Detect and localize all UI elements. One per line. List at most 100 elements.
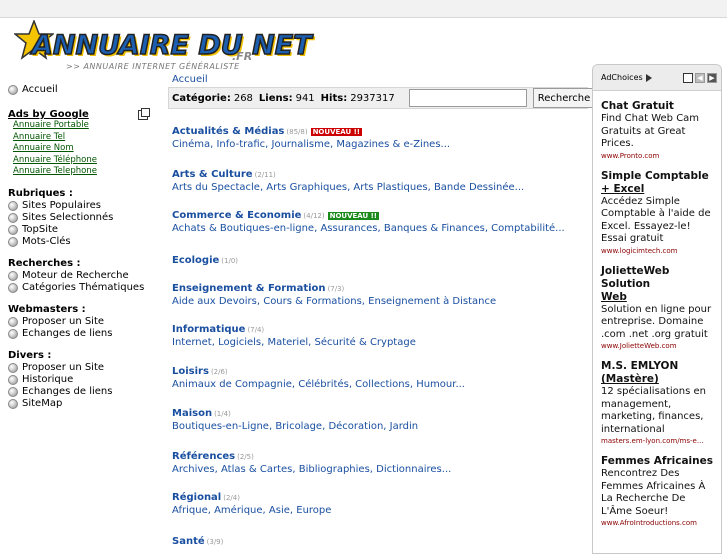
sidebar-item-moteur-recherche[interactable]: Moteur de Recherche [8, 270, 160, 282]
adchoices-label: AdChoices [601, 73, 643, 82]
sidebar-home-link[interactable]: Accueil [8, 84, 160, 95]
breadcrumb[interactable]: Accueil [168, 72, 588, 87]
adchoices-link[interactable]: AdChoices [601, 73, 652, 82]
ad-title[interactable]: Simple Comptable + Excel [601, 170, 713, 196]
bullet-icon [8, 84, 18, 95]
sidebar-item-sites-selectionnes[interactable]: Sites Selectionnés [8, 212, 160, 224]
category-item: Commerce & Economie (4/12) NOUVEAU !! Achat… [172, 210, 592, 234]
liens-label: Liens: [258, 92, 293, 104]
sidebar-item-label: Moteur de Recherche [22, 269, 129, 281]
ad-unit[interactable]: M.S. EMLYON (Mastère) 12 spécialisations e… [593, 360, 721, 446]
category-title-link[interactable]: Santé [172, 536, 205, 547]
sidebar-item-topsite[interactable]: TopSite [8, 224, 160, 236]
ad-window-icon[interactable] [683, 72, 693, 83]
sidebar-item-sitemap[interactable]: SiteMap [8, 398, 160, 410]
sidebar-item-label: Catégories Thématiques [22, 281, 145, 293]
ad-unit[interactable]: Simple Comptable + Excel Accédez Simple Co… [593, 170, 721, 256]
hits-count: 2937317 [350, 92, 395, 104]
category-subcategories[interactable]: Cinéma, Info-trafic, Journalisme, Magazi… [172, 139, 592, 150]
ad-body: Rencontrez Des Femmes Africaines À La Re… [601, 468, 706, 517]
top-bar [0, 0, 727, 18]
recherches-heading: Recherches : [8, 257, 81, 269]
category-subcategories[interactable]: Animaux de Compagnie, Célébrités, Collec… [172, 379, 592, 390]
ad-body: Find Chat Web Cam Gratuits at Great Pric… [601, 113, 700, 149]
ad-url[interactable]: www.AfroIntroductions.com [601, 518, 713, 528]
ad-nav: ◀ ▶ [683, 72, 717, 83]
category-title-link[interactable]: Loisirs [172, 366, 209, 377]
sidebar-item-historique[interactable]: Historique [8, 374, 160, 386]
category-subcategories[interactable]: Boutiques-en-Ligne, Bricolage, Décoratio… [172, 421, 592, 432]
ad-link-annuaire-nom[interactable]: Annuaire Nom [13, 143, 160, 155]
category-subcategories[interactable]: Archives, Atlas & Cartes, Bibliographies… [172, 464, 592, 475]
ad-link-annuaire-telephone-accent[interactable]: Annuaire Téléphone [13, 155, 160, 167]
ad-link-annuaire-telephone[interactable]: Annuaire Telephone [13, 166, 160, 178]
next-arrow-icon[interactable]: ▶ [707, 72, 717, 83]
category-title-link[interactable]: Ecologie [172, 255, 219, 266]
ad-link-annuaire-portable[interactable]: Annuaire Portable [13, 120, 160, 132]
sidebar-item-proposer-site[interactable]: Proposer un Site [8, 316, 160, 328]
category-subcategories[interactable]: Internet, Logiciels, Materiel, Sécurité … [172, 337, 592, 348]
ad-url[interactable]: masters.em-lyon.com/ms-e... [601, 436, 713, 446]
ad-list: Chat Gratuit Find Chat Web Cam Gratuits a… [593, 100, 721, 528]
ad-title[interactable]: Chat Gratuit [601, 100, 713, 113]
prev-arrow-icon[interactable]: ◀ [695, 72, 705, 83]
category-title-link[interactable]: Maison [172, 408, 212, 419]
new-badge: NOUVEAU !! [327, 212, 379, 220]
category-subcategories[interactable]: Aide aux Devoirs, Cours & Formations, En… [172, 296, 592, 307]
bullet-icon [8, 224, 18, 235]
bullet-icon [8, 270, 18, 281]
ad-title[interactable]: JolietteWeb Solution Web [601, 265, 713, 304]
bullet-icon [8, 362, 18, 373]
sidebar-item-categories-thematiques[interactable]: Catégories Thématiques [8, 282, 160, 294]
ads-by-google-link[interactable]: Ads by Google [8, 109, 89, 120]
site-logo[interactable]: ANNUAIRE DU NET .FR >> ANNUAIRE INTERNET… [14, 20, 312, 76]
ad-unit[interactable]: Femmes Africaines Rencontrez Des Femmes A… [593, 455, 721, 528]
ads-header: Ads by Google [8, 107, 150, 120]
category-title-link[interactable]: Actualités & Médias [172, 126, 284, 137]
category-title-link[interactable]: Régional [172, 492, 221, 503]
categorie-label: Catégorie: [172, 92, 231, 104]
sidebar-item-divers-proposer-site[interactable]: Proposer un Site [8, 362, 160, 374]
sidebar-item-divers-echanges-liens[interactable]: Echanges de liens [8, 386, 160, 398]
category-item: Références (2/5) Archives, Atlas & Cartes,… [172, 451, 592, 475]
main-content: Accueil Catégorie: 268 Liens: 941 Hits: … [168, 72, 596, 109]
bullet-icon [8, 316, 18, 327]
sidebar-item-label: Mots-Clés [22, 235, 71, 247]
category-subcategories[interactable]: Afrique, Amérique, Asie, Europe [172, 505, 592, 516]
ad-title[interactable]: Femmes Africaines [601, 455, 713, 468]
category-subcategories[interactable]: Achats & Boutiques-en-ligne, Assurances,… [172, 223, 592, 234]
bullet-icon [8, 212, 18, 223]
ad-title[interactable]: M.S. EMLYON (Mastère) [601, 360, 713, 386]
sidebar-home-label: Accueil [22, 84, 58, 95]
category-title-link[interactable]: Arts & Culture [172, 169, 253, 180]
ad-body: Solution en ligne pour entreprise. Domai… [601, 303, 712, 340]
ad-url[interactable]: www.logicimtech.com [601, 246, 713, 256]
ad-unit[interactable]: JolietteWeb Solution Web Solution en ligne… [593, 265, 721, 352]
category-count: (2/6) [210, 368, 228, 376]
sidebar-item-sites-populaires[interactable]: Sites Populaires [8, 200, 160, 212]
category-item: Régional (2/4) Afrique, Amérique, Asie, Eu… [172, 492, 592, 516]
sidebar-item-label: SiteMap [22, 397, 63, 409]
category-item: Ecologie (1/0) [172, 255, 592, 266]
category-title-link[interactable]: Commerce & Economie [172, 210, 301, 221]
sidebar-item-echanges-liens[interactable]: Echanges de liens [8, 328, 160, 340]
category-title-link[interactable]: Informatique [172, 324, 245, 335]
category-title-link[interactable]: Références [172, 451, 235, 462]
search-button[interactable]: Recherche [532, 88, 596, 108]
ad-unit[interactable]: Chat Gratuit Find Chat Web Cam Gratuits a… [593, 100, 721, 161]
ad-url[interactable]: www.Pronto.com [601, 151, 713, 161]
bullet-icon [8, 236, 18, 247]
ad-link-annuaire-tel[interactable]: Annuaire Tel [13, 132, 160, 144]
logo-tagline: >> ANNUAIRE INTERNET GÉNÉRALISTE [66, 62, 240, 71]
divers-heading: Divers : [8, 349, 52, 361]
sidebar-item-mots-cles[interactable]: Mots-Clés [8, 236, 160, 248]
logo-title: ANNUAIRE DU NET [31, 29, 312, 62]
category-title-link[interactable]: Enseignement & Formation [172, 283, 326, 294]
search-input[interactable] [408, 89, 527, 107]
category-subcategories[interactable]: Arts du Spectacle, Arts Graphiques, Arts… [172, 182, 592, 193]
sidebar-item-label: Proposer un Site [22, 315, 105, 327]
ad-feedback-icon[interactable] [138, 107, 150, 120]
category-count: (7/3) [327, 285, 345, 293]
bullet-icon [8, 328, 18, 339]
ad-url[interactable]: www.JolietteWeb.com [601, 341, 713, 351]
